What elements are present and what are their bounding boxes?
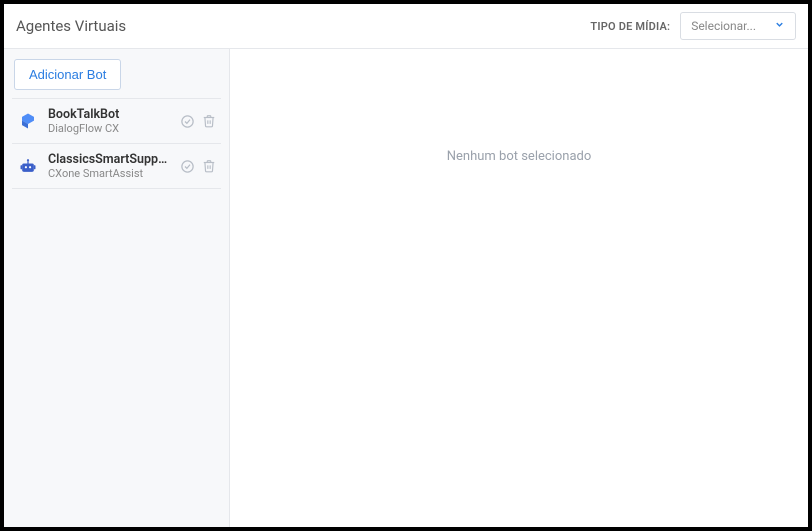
cxone-bot-icon	[16, 154, 40, 178]
page-title: Agentes Virtuais	[16, 17, 126, 35]
trash-icon[interactable]	[201, 158, 217, 174]
item-actions	[179, 158, 217, 174]
main-panel: Nenhum bot selecionado	[230, 49, 808, 527]
chevron-down-icon	[774, 19, 785, 33]
header-right: TIPO DE MÍDIA: Selecionar...	[590, 12, 796, 40]
trash-icon[interactable]	[201, 113, 217, 129]
bot-provider: CXone SmartAssist	[48, 167, 171, 180]
add-bot-button[interactable]: Adicionar Bot	[14, 59, 121, 90]
bot-list: BookTalkBot DialogFlow CX	[12, 98, 221, 189]
bot-text: BookTalkBot DialogFlow CX	[48, 107, 171, 135]
bot-provider: DialogFlow CX	[48, 122, 171, 135]
list-item[interactable]: ClassicsSmartSuppo... CXone SmartAssist	[12, 144, 221, 189]
header: Agentes Virtuais TIPO DE MÍDIA: Selecion…	[4, 4, 808, 49]
bot-name: ClassicsSmartSuppo...	[48, 152, 171, 167]
bot-text: ClassicsSmartSuppo... CXone SmartAssist	[48, 152, 171, 180]
bot-name: BookTalkBot	[48, 107, 171, 122]
virtual-agents-window: Agentes Virtuais TIPO DE MÍDIA: Selecion…	[4, 4, 808, 527]
empty-state-text: Nenhum bot selecionado	[447, 149, 592, 164]
sidebar: Adicionar Bot BookTalkBot DialogFlow CX	[4, 49, 230, 527]
select-placeholder: Selecionar...	[691, 19, 756, 33]
dialogflow-icon	[16, 109, 40, 133]
check-icon[interactable]	[179, 158, 195, 174]
body: Adicionar Bot BookTalkBot DialogFlow CX	[4, 49, 808, 527]
item-actions	[179, 113, 217, 129]
media-type-label: TIPO DE MÍDIA:	[590, 20, 670, 33]
list-item[interactable]: BookTalkBot DialogFlow CX	[12, 99, 221, 144]
check-icon[interactable]	[179, 113, 195, 129]
media-type-select[interactable]: Selecionar...	[680, 12, 796, 40]
